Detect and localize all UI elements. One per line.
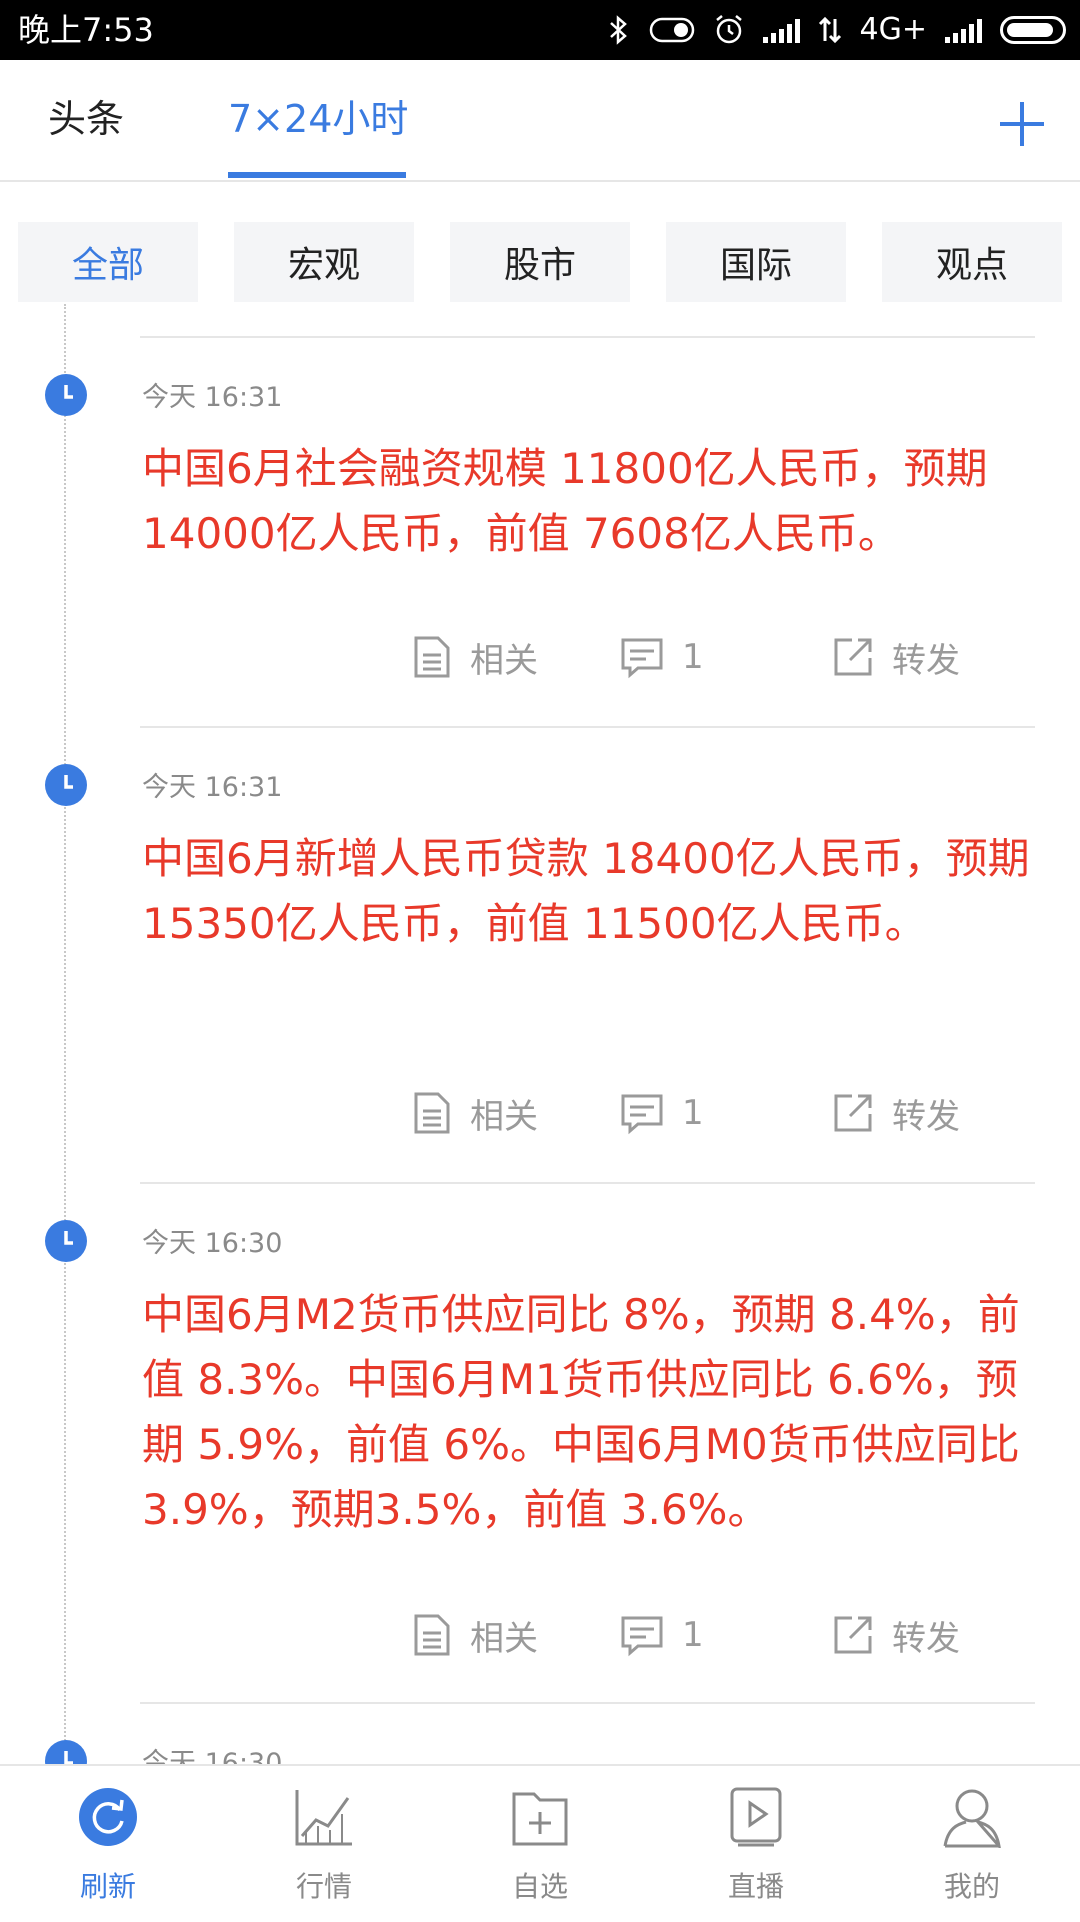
comment-icon <box>621 1616 663 1657</box>
plus-icon[interactable] <box>996 98 1048 150</box>
share-button[interactable]: 转发 <box>832 1088 960 1138</box>
news-text[interactable]: 中国6月M2货币供应同比 8%，预期 8.4%，前值 8.3%。中国6月M1货币… <box>142 1282 1032 1542</box>
refresh-icon <box>79 1788 137 1846</box>
related-button[interactable]: 相关 <box>412 1088 538 1138</box>
tab-headline[interactable]: 头条 <box>48 95 124 143</box>
nav-label: 自选 <box>511 1870 568 1903</box>
status-time: 晚上7:53 <box>18 11 154 49</box>
share-label: 转发 <box>892 1618 960 1659</box>
status-bar: 晚上7:53 4G+ <box>0 0 1080 60</box>
play-icon <box>730 1787 782 1847</box>
comment-icon <box>621 1094 663 1135</box>
related-button[interactable]: 相关 <box>412 632 538 682</box>
data-arrows-icon <box>818 16 841 44</box>
clock-icon <box>45 1220 87 1262</box>
related-button[interactable]: 相关 <box>412 1610 538 1660</box>
chip-macro[interactable]: 宏观 <box>234 222 414 302</box>
nav-label: 行情 <box>295 1870 352 1903</box>
comment-count: 1 <box>682 637 704 677</box>
share-label: 转发 <box>892 640 960 681</box>
chip-opinion[interactable]: 观点 <box>882 222 1062 302</box>
bottom-nav: 刷新 行情 自选 直播 我的 <box>0 1764 1080 1922</box>
divider <box>140 336 1035 338</box>
nav-me[interactable]: 我的 <box>864 1766 1080 1922</box>
alarm-icon <box>715 15 742 44</box>
divider <box>140 726 1035 728</box>
chip-international[interactable]: 国际 <box>666 222 846 302</box>
share-icon <box>834 1616 872 1654</box>
item-actions: 相关 1 转发 <box>0 1088 1080 1138</box>
news-text[interactable]: 中国6月新增人民币贷款 18400亿人民币，预期 15350亿人民币，前值 11… <box>142 826 1032 956</box>
divider <box>140 1182 1035 1184</box>
comment-count: 1 <box>682 1615 704 1655</box>
share-label: 转发 <box>892 1096 960 1137</box>
clock-icon <box>45 1740 87 1764</box>
item-time: 今天 16:30 <box>142 1228 283 1259</box>
related-label: 相关 <box>470 1096 538 1137</box>
nav-label: 我的 <box>943 1870 1000 1903</box>
item-actions: 相关 1 转发 <box>0 632 1080 682</box>
related-label: 相关 <box>470 1618 538 1659</box>
document-icon <box>414 1092 450 1134</box>
signal-icon <box>762 17 800 43</box>
tab-7x24[interactable]: 7×24小时 <box>228 95 408 143</box>
status-icons: 4G+ <box>607 10 1066 50</box>
nav-label: 刷新 <box>79 1870 136 1903</box>
toggle-icon <box>649 17 694 43</box>
active-tab-indicator <box>228 172 406 178</box>
add-folder-icon <box>512 1792 568 1846</box>
share-button[interactable]: 转发 <box>832 632 960 682</box>
item-time: 今天 16:31 <box>142 382 283 413</box>
item-actions: 相关 1 转发 <box>0 1610 1080 1660</box>
nav-live[interactable]: 直播 <box>648 1766 864 1922</box>
item-time: 今天 16:31 <box>142 772 283 803</box>
signal-icon <box>945 17 982 43</box>
comment-button[interactable]: 1 <box>620 1610 704 1660</box>
clock-icon <box>45 764 87 806</box>
comment-count: 1 <box>682 1093 704 1133</box>
share-button[interactable]: 转发 <box>832 1610 960 1660</box>
bluetooth-icon <box>609 15 627 45</box>
share-icon <box>834 638 872 676</box>
nav-refresh[interactable]: 刷新 <box>0 1766 216 1922</box>
network-type: 4G+ <box>859 12 927 47</box>
document-icon <box>414 1614 450 1656</box>
related-label: 相关 <box>470 640 538 681</box>
document-icon <box>414 636 450 678</box>
battery-icon <box>1000 16 1066 44</box>
chip-all[interactable]: 全部 <box>18 222 198 302</box>
nav-market[interactable]: 行情 <box>216 1766 432 1922</box>
share-icon <box>834 1094 872 1132</box>
clock-icon <box>45 374 87 416</box>
timeline-line <box>64 304 66 1764</box>
comment-button[interactable]: 1 <box>620 1088 704 1138</box>
comment-button[interactable]: 1 <box>620 632 704 682</box>
item-time: 今天 16:30 <box>142 1748 283 1764</box>
category-filter-bar: 全部 宏观 股市 国际 观点 <box>0 222 1080 304</box>
chart-icon <box>295 1790 352 1846</box>
user-icon <box>943 1789 1001 1848</box>
nav-watchlist[interactable]: 自选 <box>432 1766 648 1922</box>
top-tab-bar: 头条 7×24小时 <box>0 60 1080 182</box>
nav-label: 直播 <box>727 1870 784 1903</box>
news-text[interactable]: 中国6月社会融资规模 11800亿人民币，预期 14000亿人民币，前值 760… <box>142 436 1032 566</box>
news-feed[interactable]: 今天 16:31 中国6月社会融资规模 11800亿人民币，预期 14000亿人… <box>0 304 1080 1764</box>
chip-stocks[interactable]: 股市 <box>450 222 630 302</box>
divider <box>140 1702 1035 1704</box>
comment-icon <box>621 638 663 679</box>
